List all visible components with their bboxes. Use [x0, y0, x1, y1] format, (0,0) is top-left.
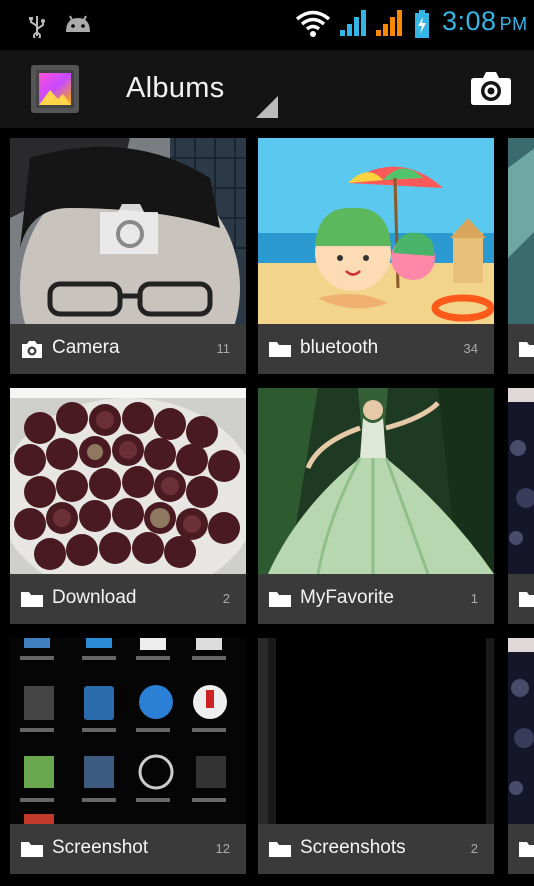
album-name: MyFavorite [300, 587, 394, 608]
album-thumbnail [258, 138, 494, 324]
folder-icon [269, 592, 291, 607]
album-name: bluetooth [300, 337, 379, 358]
album-thumbnail [508, 638, 534, 824]
battery-charging-icon [415, 10, 429, 38]
spinner-indicator-icon[interactable] [256, 96, 278, 118]
album-thumbnail [258, 638, 494, 824]
album-label: Screenshot 12 [10, 824, 246, 874]
album-tile-partial[interactable] [508, 388, 534, 624]
album-count: 34 [463, 341, 478, 356]
album-label [508, 574, 534, 624]
album-tile-bluetooth[interactable]: bluetooth 34 [258, 138, 494, 374]
album-count: 2 [470, 841, 478, 856]
album-label: Camera 11 [10, 324, 246, 374]
album-thumbnail [10, 138, 246, 324]
signal-sim1-icon [340, 10, 366, 36]
gallery-icon[interactable] [30, 64, 80, 114]
album-count: 12 [215, 841, 230, 856]
album-thumbnail [258, 388, 494, 574]
album-tile-screenshots[interactable]: Screenshots 2 [258, 638, 494, 874]
folder-icon [269, 342, 291, 357]
album-count: 1 [470, 591, 478, 606]
album-label [508, 324, 534, 374]
album-count: 11 [216, 341, 231, 356]
folder-icon [269, 842, 291, 857]
camera-button[interactable] [470, 70, 512, 106]
album-thumbnail [10, 388, 246, 574]
wifi-icon [296, 10, 330, 37]
album-name: Camera [52, 337, 120, 358]
signal-sim2-icon [376, 10, 402, 36]
album-tile-partial[interactable] [508, 138, 534, 374]
action-bar: Albums [0, 50, 534, 128]
album-tile-download[interactable]: Download 2 [10, 388, 246, 624]
album-grid: Camera 11 bluetooth 34 Download 2 MyFavo… [0, 128, 534, 886]
album-name: Download [52, 587, 137, 608]
folder-icon [21, 842, 43, 857]
folder-icon [519, 592, 534, 607]
album-label: bluetooth 34 [258, 324, 494, 374]
folder-icon [21, 592, 43, 607]
album-tile-partial[interactable] [508, 638, 534, 874]
album-count: 2 [222, 591, 230, 606]
album-name: Screenshot [52, 837, 149, 858]
album-label: Download 2 [10, 574, 246, 624]
album-label [508, 824, 534, 874]
album-tile-screenshot[interactable]: Screenshot 12 [10, 638, 246, 874]
folder-icon [519, 342, 534, 357]
album-thumbnail [10, 638, 246, 824]
album-tile-camera[interactable]: Camera 11 [10, 138, 246, 374]
clock: 3:08 PM [442, 6, 528, 36]
camera-icon [22, 341, 42, 358]
album-thumbnail [508, 138, 534, 324]
album-label: Screenshots 2 [258, 824, 494, 874]
album-label: MyFavorite 1 [258, 574, 494, 624]
page-title[interactable]: Albums [126, 72, 225, 105]
album-thumbnail [508, 388, 534, 574]
folder-icon [519, 842, 534, 857]
album-name: Screenshots [300, 837, 406, 858]
usb-icon [29, 16, 45, 38]
status-bar: 3:08 PM [0, 0, 534, 50]
android-debug-icon [66, 15, 90, 32]
album-tile-myfavorite[interactable]: MyFavorite 1 [258, 388, 494, 624]
